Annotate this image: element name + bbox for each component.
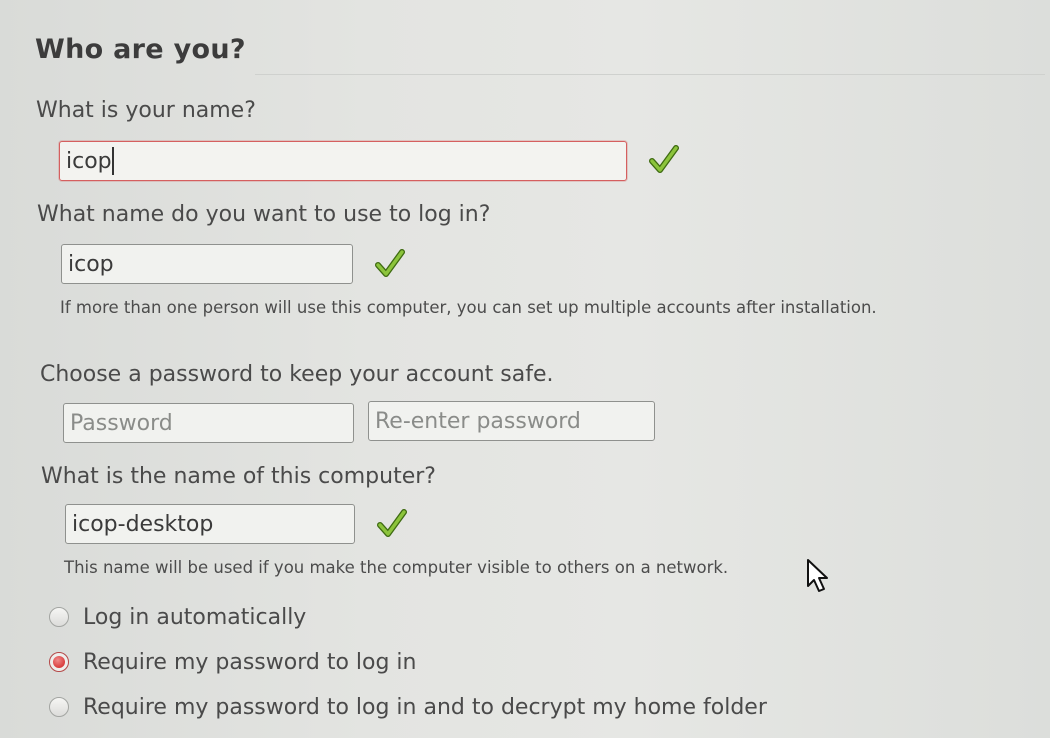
username-hint: If more than one person will use this co… xyxy=(60,298,877,317)
text-caret xyxy=(112,147,114,175)
radio-label: Require my password to log in and to dec… xyxy=(83,694,767,720)
password-confirm-input[interactable] xyxy=(368,401,655,441)
page-title: Who are you? xyxy=(35,34,246,65)
radio-button-selected[interactable] xyxy=(49,652,69,672)
name-label: What is your name? xyxy=(36,98,256,123)
radio-option-encrypt-home[interactable]: Require my password to log in and to dec… xyxy=(49,691,767,723)
hostname-label: What is the name of this computer? xyxy=(41,464,436,489)
hostname-hint: This name will be used if you make the c… xyxy=(64,558,729,577)
mouse-pointer-icon xyxy=(807,559,828,592)
hostname-input[interactable] xyxy=(65,504,355,544)
radio-button[interactable] xyxy=(49,697,69,717)
radio-button[interactable] xyxy=(49,607,69,627)
name-input[interactable] xyxy=(59,141,627,181)
password-label: Choose a password to keep your account s… xyxy=(40,362,554,387)
radio-option-auto-login[interactable]: Log in automatically xyxy=(49,601,306,633)
radio-option-require-password[interactable]: Require my password to log in xyxy=(49,646,417,678)
title-divider xyxy=(255,74,1045,75)
name-valid-checkmark-icon xyxy=(649,145,679,173)
radio-label: Require my password to log in xyxy=(83,649,417,675)
username-valid-checkmark-icon xyxy=(375,249,405,277)
username-input[interactable] xyxy=(61,244,353,284)
hostname-valid-checkmark-icon xyxy=(377,509,407,537)
radio-label: Log in automatically xyxy=(83,604,307,630)
password-input[interactable] xyxy=(63,403,354,443)
username-label: What name do you want to use to log in? xyxy=(37,202,491,227)
